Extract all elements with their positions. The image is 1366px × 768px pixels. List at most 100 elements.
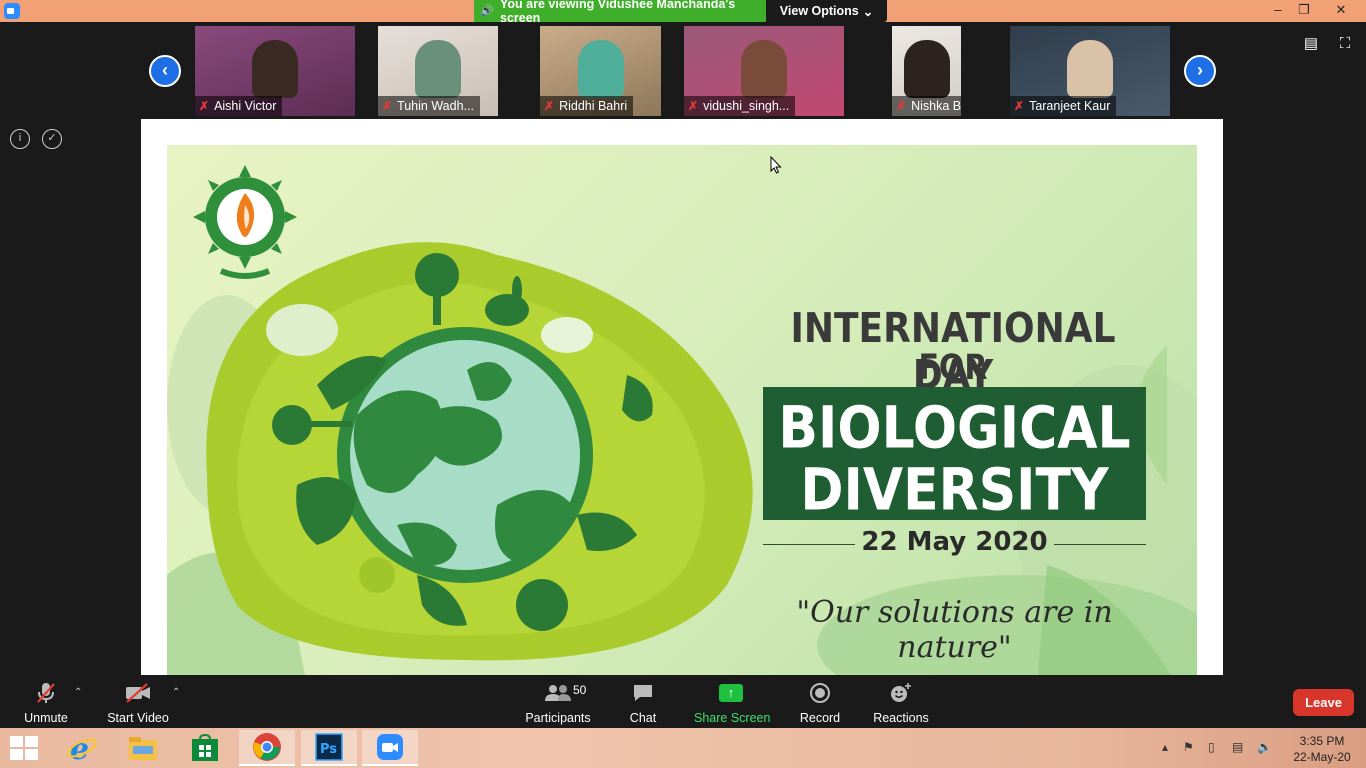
- slide-date: 22 May 2020: [861, 527, 1048, 557]
- participant-name: Nishka Bhasi...: [911, 99, 961, 113]
- view-options-button[interactable]: View Options ⌄: [766, 0, 887, 22]
- participant-name-tag: ✗ Tuhin Wadh...: [378, 96, 480, 116]
- participant-count: 50: [573, 683, 587, 697]
- slide-title-diversity: DIVERSITY: [800, 457, 1109, 525]
- start-video-button[interactable]: Start Video: [106, 679, 170, 725]
- video-options-caret[interactable]: ⌃: [172, 687, 180, 698]
- store-icon[interactable]: [177, 730, 233, 766]
- video-camera-off-icon: [106, 679, 170, 707]
- participant-name-tag: ✗ vidushi_singh...: [684, 96, 796, 116]
- photoshop-icon[interactable]: Ps: [301, 730, 357, 766]
- mic-muted-icon: ✗: [688, 99, 699, 113]
- chat-icon: [622, 679, 664, 707]
- mic-muted-icon: ✗: [382, 99, 393, 113]
- shield-icon[interactable]: ✓: [42, 129, 62, 149]
- clock-date: 22-May-20: [1293, 750, 1351, 764]
- gallery-layout-icon[interactable]: ▤: [1302, 36, 1320, 52]
- network-flag-icon[interactable]: ⚑: [1183, 740, 1194, 754]
- chrome-icon[interactable]: [239, 730, 295, 766]
- slide-title-line-2: FOR: [918, 348, 988, 389]
- participant-name-tag: ✗ Aishi Victor: [195, 96, 283, 116]
- microphone-muted-icon: [20, 679, 72, 707]
- school-logo: [193, 165, 297, 279]
- biodiversity-title-box: BIOLOGICAL DIVERSITY: [763, 387, 1146, 524]
- device-icon[interactable]: ▯: [1208, 740, 1215, 754]
- close-button[interactable]: ✕: [1326, 0, 1356, 22]
- windows-taskbar: e Ps ▴ ⚑ ▯ ▤ 🔈 3:35 PM 22-May-20: [0, 728, 1366, 768]
- share-screen-label: Share Screen: [694, 711, 771, 725]
- meeting-toolbar: Unmute ⌃ Start Video ⌃ Participants 50 C…: [0, 675, 1366, 728]
- clock-time: 3:35 PM: [1299, 734, 1345, 748]
- internet-explorer-icon[interactable]: e: [54, 730, 110, 766]
- participant-video: [252, 40, 298, 98]
- participant-video: [903, 40, 950, 98]
- slide-quote: "Our solutions are in nature": [796, 595, 1113, 665]
- zoom-taskbar-icon[interactable]: [362, 730, 418, 766]
- speaker-icon: 🔊: [480, 5, 494, 17]
- show-hidden-icons-caret[interactable]: ▴: [1162, 740, 1168, 754]
- unmute-label: Unmute: [24, 711, 68, 725]
- record-button[interactable]: Record: [798, 679, 842, 725]
- mic-muted-icon: ✗: [896, 99, 907, 113]
- slide-date-row: 22 May 2020: [763, 527, 1146, 561]
- participant-video: [1067, 40, 1113, 98]
- participant-name: vidushi_singh...: [703, 99, 790, 113]
- audio-options-caret[interactable]: ⌃: [74, 687, 82, 698]
- reactions-button[interactable]: Reactions: [872, 679, 930, 725]
- chat-label: Chat: [629, 711, 657, 725]
- svg-text:e: e: [70, 733, 89, 763]
- chevron-right-icon: ›: [1197, 60, 1203, 80]
- participant-tile[interactable]: ✗ Tuhin Wadh...: [378, 26, 498, 116]
- windows-start-icon[interactable]: [10, 736, 40, 760]
- taskbar-clock[interactable]: 3:35 PM 22-May-20: [1284, 733, 1360, 765]
- reactions-icon: [872, 679, 930, 707]
- share-banner-text: You are viewing Vidushee Manchanda's scr…: [500, 0, 736, 25]
- participant-name: Aishi Victor: [214, 99, 277, 113]
- mic-muted-icon: ✗: [199, 99, 210, 113]
- participant-video: [741, 40, 787, 98]
- participant-tile[interactable]: ✗ Taranjeet Kaur: [1010, 26, 1170, 116]
- participant-name-tag: ✗ Nishka Bhasi...: [892, 96, 961, 116]
- record-icon: [798, 679, 842, 707]
- chat-button[interactable]: Chat: [622, 679, 664, 725]
- share-screen-button[interactable]: ↑ Share Screen: [694, 679, 771, 725]
- participant-tile[interactable]: ✗ vidushi_singh...: [684, 26, 844, 116]
- view-options-label: View Options: [779, 4, 859, 18]
- participant-name: Riddhi Bahri: [559, 99, 628, 113]
- participant-video: [415, 40, 461, 98]
- participant-tile[interactable]: ✗ Riddhi Bahri: [540, 26, 661, 116]
- mic-muted-icon: ✗: [544, 99, 555, 113]
- shared-screen: INTERNATIONAL DAY FOR BIOLOGICAL DIVERSI…: [141, 119, 1223, 675]
- share-screen-icon: ↑: [719, 684, 743, 702]
- participant-name-tag: ✗ Riddhi Bahri: [540, 96, 634, 116]
- file-explorer-icon[interactable]: [115, 730, 171, 766]
- screen-share-banner: 🔊 You are viewing Vidushee Manchanda's s…: [474, 0, 766, 25]
- unmute-button[interactable]: Unmute: [20, 679, 72, 725]
- previous-page-button[interactable]: ‹: [149, 55, 181, 87]
- participant-tile[interactable]: ✗ Aishi Victor: [195, 26, 355, 116]
- participant-video: [577, 40, 624, 98]
- chevron-down-icon: ⌄: [862, 4, 874, 19]
- signal-icon[interactable]: ▤: [1232, 740, 1243, 754]
- leave-button[interactable]: Leave: [1293, 689, 1354, 716]
- participant-tile[interactable]: ✗ Nishka Bhasi...: [892, 26, 961, 116]
- info-icon[interactable]: i: [10, 129, 30, 149]
- participants-label: Participants: [525, 711, 591, 725]
- mouse-cursor-icon: [770, 156, 782, 174]
- participant-name-tag: ✗ Taranjeet Kaur: [1010, 96, 1117, 116]
- volume-icon[interactable]: 🔈: [1257, 740, 1272, 754]
- title-bar: 🔊 You are viewing Vidushee Manchanda's s…: [0, 0, 1366, 25]
- start-video-label: Start Video: [107, 711, 169, 725]
- restore-button[interactable]: ❐: [1289, 0, 1319, 22]
- reactions-label: Reactions: [873, 711, 929, 725]
- participant-name: Tuhin Wadh...: [397, 99, 474, 113]
- participant-name: Taranjeet Kaur: [1029, 99, 1111, 113]
- next-page-button[interactable]: ›: [1184, 55, 1216, 87]
- slide: INTERNATIONAL DAY FOR BIOLOGICAL DIVERSI…: [167, 145, 1197, 675]
- fullscreen-icon[interactable]: ⛶: [1336, 36, 1354, 52]
- chevron-left-icon: ‹: [162, 60, 168, 80]
- zoom-app-icon: [4, 3, 20, 19]
- slide-title-biological: BIOLOGICAL: [778, 395, 1131, 463]
- svg-text:Ps: Ps: [320, 742, 337, 757]
- mic-muted-icon: ✗: [1014, 99, 1025, 113]
